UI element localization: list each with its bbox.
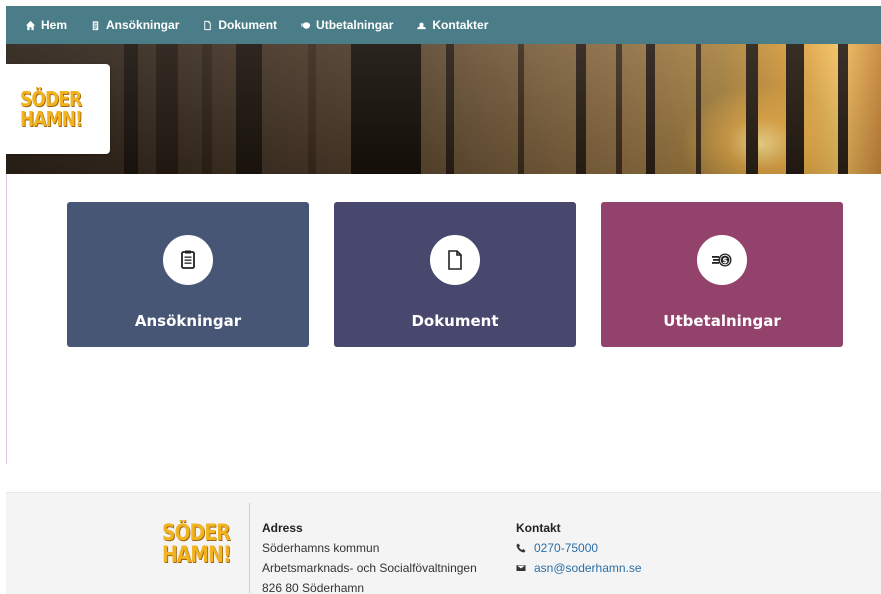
money-icon: $ xyxy=(712,253,732,267)
page: Hem Ansökningar Dokument Utbetalningar K… xyxy=(6,6,881,594)
nav-item-label: Ansökningar xyxy=(106,18,180,32)
envelope-icon xyxy=(516,565,526,571)
email-link[interactable]: asn@soderhamn.se xyxy=(534,558,642,578)
logo-text-line1: SÖDER xyxy=(162,521,231,546)
tile-dokument[interactable]: Dokument xyxy=(334,202,576,347)
nav-item-label: Kontakter xyxy=(432,18,489,32)
home-icon xyxy=(24,19,36,31)
money-icon xyxy=(299,19,311,31)
document-icon xyxy=(448,250,462,270)
tile-utbetalningar[interactable]: $ Utbetalningar xyxy=(601,202,843,347)
person-icon xyxy=(415,19,427,31)
phone-icon xyxy=(516,543,526,553)
footer-contact: Kontakt 0270-75000 asn@soderhamn.se xyxy=(516,518,642,578)
tile-icon-circle xyxy=(427,232,483,288)
tile-label: Utbetalningar xyxy=(663,312,781,330)
logo-text-line2: HAMN! xyxy=(20,107,83,131)
nav-item-utbetalningar[interactable]: Utbetalningar xyxy=(299,18,393,32)
divider xyxy=(6,174,7,464)
forest-banner: SÖDER HAMN! xyxy=(6,44,881,174)
contact-phone-row: 0270-75000 xyxy=(516,538,642,558)
svg-text:$: $ xyxy=(722,256,728,265)
address-line: 826 80 Söderhamn xyxy=(262,581,365,594)
contact-email-row: asn@soderhamn.se xyxy=(516,558,642,578)
nav-item-label: Utbetalningar xyxy=(316,18,394,32)
clipboard-icon xyxy=(181,250,195,269)
address-line: Arbetsmarknads- och Socialfövaltningen xyxy=(262,561,477,575)
clipboard-icon xyxy=(89,19,101,31)
nav-item-hem[interactable]: Hem xyxy=(24,18,67,32)
logo-text-line1: SÖDER xyxy=(20,87,82,111)
phone-link[interactable]: 0270-75000 xyxy=(534,538,598,558)
address-heading: Adress xyxy=(262,521,303,535)
tile-label: Ansökningar xyxy=(134,312,242,330)
tile-icon-circle xyxy=(160,232,216,288)
contact-heading: Kontakt xyxy=(516,521,561,535)
document-icon xyxy=(201,19,213,31)
banner-overlay xyxy=(6,44,881,174)
footer-address: Adress Söderhamns kommun Arbetsmarknads-… xyxy=(262,518,477,594)
nav-item-dokument[interactable]: Dokument xyxy=(201,18,277,32)
logo[interactable]: SÖDER HAMN! xyxy=(6,64,110,154)
footer-divider xyxy=(249,503,250,593)
footer: SÖDER HAMN! Adress Söderhamns kommun Arb… xyxy=(6,492,881,594)
tile-ansokningar[interactable]: Ansökningar xyxy=(67,202,309,347)
tile-icon-circle: $ xyxy=(694,232,750,288)
nav-item-ansokningar[interactable]: Ansökningar xyxy=(89,18,179,32)
footer-logo[interactable]: SÖDER HAMN! xyxy=(162,523,243,567)
top-navbar: Hem Ansökningar Dokument Utbetalningar K… xyxy=(6,6,881,44)
nav-item-label: Hem xyxy=(41,18,68,32)
logo-text-line2: HAMN! xyxy=(162,543,232,568)
address-line: Söderhamns kommun xyxy=(262,541,380,555)
tile-label: Dokument xyxy=(411,312,499,330)
nav-item-kontakter[interactable]: Kontakter xyxy=(415,18,488,32)
nav-item-label: Dokument xyxy=(218,18,278,32)
